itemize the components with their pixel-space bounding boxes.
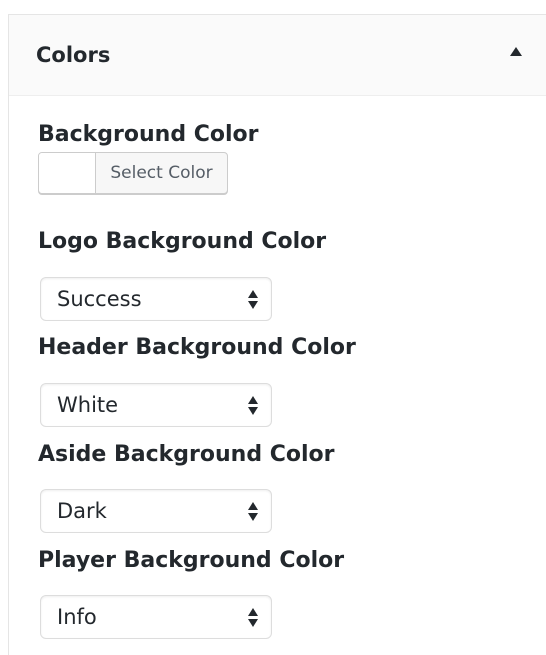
aside-background-color-select[interactable]: Dark — [40, 489, 272, 533]
player-background-color-label: Player Background Color — [38, 548, 345, 573]
panel-title: Colors — [36, 43, 111, 67]
select-value: Success — [57, 287, 142, 311]
select-arrows-icon — [248, 608, 259, 628]
aside-background-color-label: Aside Background Color — [38, 442, 335, 467]
logo-background-color-label: Logo Background Color — [38, 229, 327, 254]
select-arrows-icon — [248, 290, 259, 310]
select-value: Dark — [57, 499, 107, 523]
logo-background-color-select[interactable]: Success — [40, 277, 272, 321]
background-color-label: Background Color — [38, 122, 259, 147]
select-value: Info — [57, 605, 97, 629]
select-arrows-icon — [248, 396, 259, 416]
header-background-color-select[interactable]: White — [40, 383, 272, 427]
select-value: White — [57, 393, 119, 417]
panel-header[interactable]: Colors — [9, 15, 546, 96]
select-color-button[interactable]: Select Color — [38, 152, 228, 194]
select-color-label: Select Color — [110, 163, 213, 183]
header-background-color-label: Header Background Color — [38, 335, 356, 360]
player-background-color-select[interactable]: Info — [40, 595, 272, 639]
select-arrows-icon — [248, 502, 259, 522]
triangle-up-icon[interactable] — [510, 47, 522, 56]
color-swatch[interactable] — [39, 153, 96, 193]
